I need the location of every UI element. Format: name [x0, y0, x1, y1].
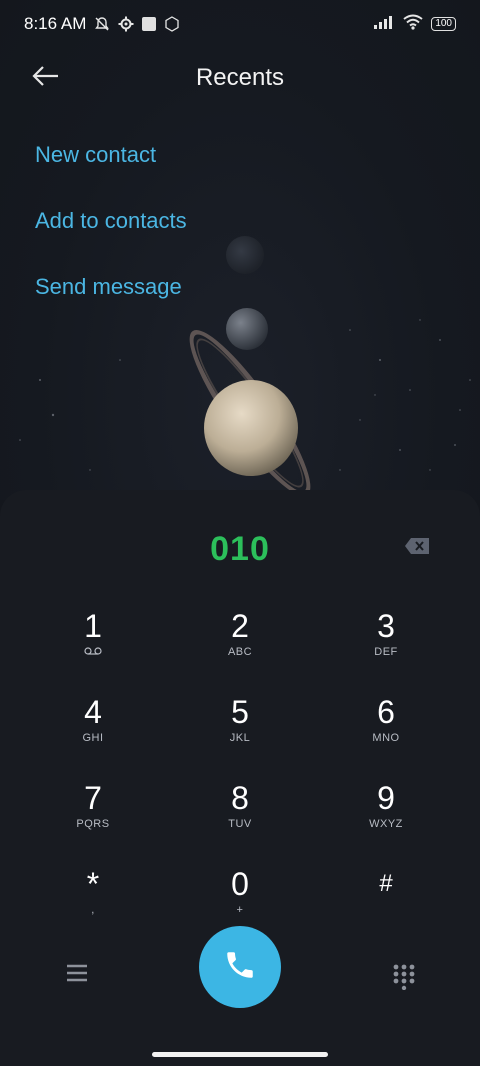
home-indicator[interactable] — [152, 1052, 328, 1057]
key-8[interactable]: 8 TUV — [180, 780, 300, 850]
key-7[interactable]: 7 PQRS — [33, 780, 153, 850]
signal-icon — [373, 14, 395, 34]
key-hash[interactable]: # — [326, 866, 446, 936]
dialpad-grid-icon[interactable] — [393, 964, 415, 991]
voicemail-icon — [33, 646, 153, 658]
key-3[interactable]: 3 DEF — [326, 608, 446, 678]
muted-bell-icon — [94, 16, 110, 32]
add-to-contacts-link[interactable]: Add to contacts — [35, 208, 187, 234]
status-bar: 8:16 AM 100 — [0, 0, 480, 48]
saturn-planet — [204, 380, 298, 476]
key-star[interactable]: * , — [33, 866, 153, 936]
call-button[interactable] — [199, 926, 281, 1008]
key-2[interactable]: 2 ABC — [180, 608, 300, 678]
page-title: Recents — [195, 64, 285, 91]
key-5[interactable]: 5 JKL — [180, 694, 300, 764]
send-message-link[interactable]: Send message — [35, 274, 182, 300]
key-9[interactable]: 9 WXYZ — [326, 780, 446, 850]
battery-icon: 100 — [431, 17, 456, 31]
key-6[interactable]: 6 MNO — [326, 694, 446, 764]
key-1[interactable]: 1 — [33, 608, 153, 678]
new-contact-link[interactable]: New contact — [35, 142, 156, 168]
planet-small-1 — [226, 236, 264, 274]
app-header: Recents — [0, 52, 480, 102]
gear-icon — [118, 16, 134, 32]
phone-icon — [223, 948, 257, 987]
mi-icon — [164, 16, 180, 32]
status-time: 8:16 AM — [24, 14, 87, 33]
square-icon — [142, 17, 157, 31]
backspace-icon[interactable] — [404, 537, 430, 555]
wifi-icon — [403, 14, 423, 35]
planet-small-2 — [226, 308, 268, 350]
menu-icon[interactable] — [66, 964, 88, 982]
key-4[interactable]: 4 GHI — [33, 694, 153, 764]
